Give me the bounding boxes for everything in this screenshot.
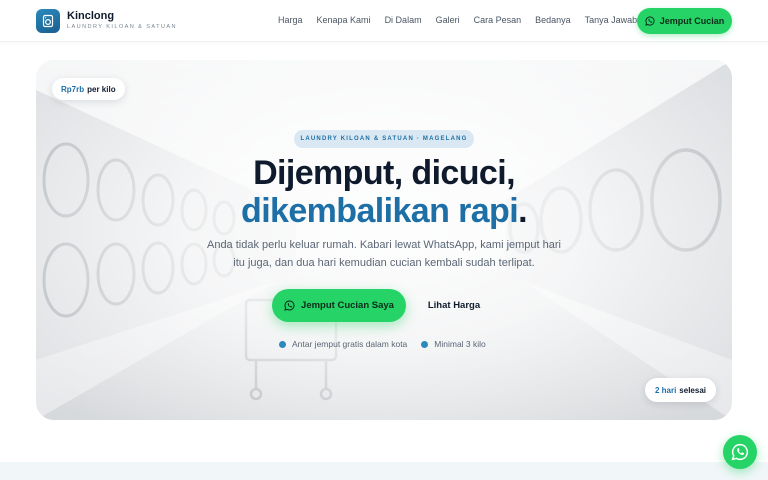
turnaround-badge: 2 hari selesai — [644, 378, 716, 402]
bullet-item: Minimal 3 kilo — [421, 339, 486, 349]
primary-button-label: Jemput Cucian Saya — [301, 300, 394, 311]
nav-tanya-jawab[interactable]: Tanya Jawab — [585, 15, 638, 25]
whatsapp-icon — [644, 16, 655, 26]
bullet-dot-icon — [421, 340, 429, 348]
nav-di-dalam[interactable]: Di Dalam — [385, 15, 422, 25]
turnaround-unit: selesai — [679, 385, 706, 395]
bullet-text: Minimal 3 kilo — [434, 339, 486, 349]
jemput-cucian-saya-button[interactable]: Jemput Cucian Saya — [272, 289, 406, 322]
nav-harga[interactable]: Harga — [278, 15, 303, 25]
washing-machine-icon — [36, 9, 60, 33]
price-amount: Rp7rb — [61, 84, 85, 94]
whatsapp-icon — [284, 300, 295, 311]
whatsapp-icon — [731, 443, 749, 461]
bullet-dot-icon — [279, 340, 286, 348]
main-nav: Harga Kenapa Kami Di Dalam Galeri Cara P… — [278, 15, 651, 25]
lihat-harga-button[interactable]: Lihat Harga — [414, 289, 494, 322]
price-badge: Rp7rb per kilo — [52, 78, 125, 100]
jemput-cucian-label: Jemput Cucian — [659, 16, 725, 26]
headline-line-2: dikembalikan rapi — [241, 192, 519, 230]
nav-kenapa-kami[interactable]: Kenapa Kami — [317, 15, 371, 25]
whatsapp-float-button[interactable] — [723, 435, 757, 469]
next-section — [0, 462, 768, 480]
headline-line-1: Dijemput, dicuci, — [253, 154, 515, 192]
hero: Rp7rb per kilo LAUNDRY KILOAN & SATUAN ·… — [36, 60, 732, 420]
price-unit: per kilo — [87, 84, 116, 94]
brand-name: Kinclong — [67, 10, 115, 23]
nav-galeri[interactable]: Galeri — [436, 15, 460, 25]
headline-period: . — [518, 192, 527, 230]
brand-tagline: LAUNDRY KILOAN & SATUAN — [67, 24, 177, 31]
eyebrow-label: LAUNDRY KILOAN & SATUAN · MAGELANG — [294, 130, 474, 148]
bullet-item: Antar jemput gratis dalam kota — [279, 339, 407, 349]
hero-lead: Anda tidak perlu keluar rumah. Kabari le… — [206, 239, 561, 269]
brand[interactable]: Kinclong LAUNDRY KILOAN & SATUAN — [36, 9, 177, 33]
site-header: Kinclong LAUNDRY KILOAN & SATUAN Harga K… — [0, 0, 768, 42]
nav-cara-pesan[interactable]: Cara Pesan — [474, 15, 522, 25]
hero-headline: Dijemput, dicuci, dikembalikan rapi. — [36, 154, 732, 230]
nav-bedanya[interactable]: Bedanya — [535, 15, 571, 25]
jemput-cucian-button[interactable]: Jemput Cucian — [637, 8, 732, 34]
bullet-text: Antar jemput gratis dalam kota — [292, 339, 408, 349]
turnaround-amount: 2 hari — [654, 385, 677, 395]
hero-bullets: Antar jemput gratis dalam kota Minimal 3… — [279, 339, 500, 349]
